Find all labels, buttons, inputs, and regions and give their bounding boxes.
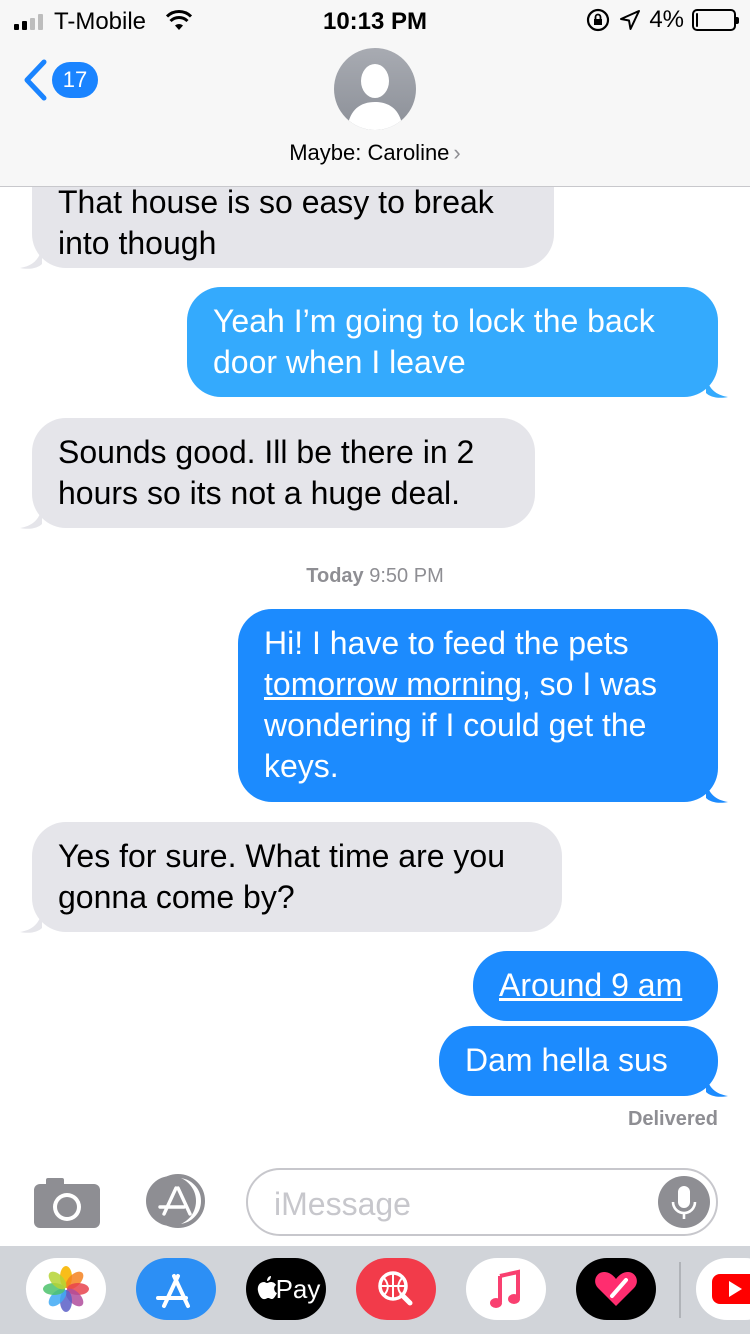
music-icon — [490, 1269, 520, 1308]
navigation-header: T-Mobile 10:13 PM 4% 17 Maybe: Caroline … — [0, 0, 750, 187]
outgoing-bubble-tail — [706, 375, 728, 398]
youtube-icon — [712, 1274, 750, 1304]
apple-pay-app[interactable]: Pay — [246, 1258, 326, 1320]
incoming-message[interactable]: Yes for sure. What time are you gonna co… — [32, 822, 562, 932]
incoming-bubble-tail — [20, 246, 42, 269]
battery-level — [696, 13, 698, 27]
contact-name: Maybe: Caroline — [289, 140, 450, 165]
detected-time-link[interactable]: Around 9 am — [499, 967, 682, 1003]
battery-percentage: 4% — [649, 6, 684, 33]
back-chevron-icon — [24, 59, 47, 101]
app-store-toggle-button[interactable] — [140, 1174, 212, 1228]
web-images-icon — [378, 1271, 413, 1306]
orientation-lock-icon — [587, 8, 610, 32]
message-text: , so I was — [521, 666, 658, 702]
conversation-timestamp: Today 9:50 PM — [0, 565, 750, 588]
outgoing-bubble-tail — [706, 780, 728, 803]
contact-name-button[interactable]: Maybe: Caroline › — [0, 140, 750, 166]
message-line: door when I leave — [213, 344, 466, 380]
app-store-app[interactable] — [136, 1258, 216, 1320]
outgoing-message[interactable]: Yeah I’m going to lock the back door whe… — [187, 287, 718, 397]
youtube-app[interactable] — [696, 1258, 750, 1320]
digital-touch-icon — [595, 1272, 637, 1306]
timestamp-day: Today — [306, 565, 364, 587]
microphone-icon — [671, 1186, 697, 1219]
web-images-app[interactable] — [356, 1258, 436, 1320]
incoming-bubble-tail — [20, 910, 42, 933]
music-app[interactable] — [466, 1258, 546, 1320]
contact-chevron-icon: › — [453, 140, 461, 165]
camera-button[interactable] — [34, 1176, 100, 1228]
message-line: tomorrow morning, so I was — [264, 664, 692, 705]
outgoing-message[interactable]: Around 9 am — [473, 951, 718, 1021]
message-line: wondering if I could get the — [264, 707, 647, 743]
message-text: Dam hella sus — [465, 1042, 668, 1078]
photos-icon — [43, 1266, 89, 1312]
microphone-button[interactable] — [658, 1176, 710, 1228]
location-icon — [620, 10, 641, 30]
message-line: Yeah I’m going to lock the back — [213, 303, 655, 339]
person-silhouette-icon — [347, 64, 403, 130]
status-indicators: 4% — [585, 6, 739, 34]
outgoing-message[interactable]: Dam hella sus — [439, 1026, 718, 1096]
imessage-input[interactable]: iMessage — [246, 1168, 718, 1236]
input-placeholder: iMessage — [274, 1186, 411, 1222]
message-line: keys. — [264, 748, 339, 784]
message-line: Sounds good. Ill be there in 2 — [58, 434, 475, 470]
incoming-message[interactable]: Sounds good. Ill be there in 2 hours so … — [32, 418, 535, 528]
apple-pay-label: Pay — [275, 1274, 321, 1304]
message-line: Yes for sure. What time are you — [58, 838, 506, 874]
photos-app[interactable] — [26, 1258, 106, 1320]
status-bar: T-Mobile 10:13 PM 4% — [0, 0, 750, 42]
digital-touch-app[interactable] — [576, 1258, 656, 1320]
unread-count-badge: 17 — [52, 62, 98, 98]
incoming-bubble-tail — [20, 506, 42, 529]
outgoing-bubble-tail — [706, 1074, 728, 1097]
contact-avatar[interactable] — [334, 48, 416, 130]
timestamp-time: 9:50 PM — [369, 565, 444, 587]
delivery-status: Delivered — [627, 1108, 718, 1130]
back-button[interactable]: 17 — [22, 58, 98, 102]
message-line: hours so its not a huge deal. — [58, 475, 461, 511]
message-line: into though — [58, 225, 217, 261]
detected-date-link[interactable]: tomorrow morning — [264, 666, 522, 702]
outgoing-message[interactable]: Hi! I have to feed the pets tomorrow mor… — [238, 609, 718, 802]
message-line: That house is so easy to break — [58, 184, 494, 220]
message-line: gonna come by? — [58, 879, 295, 915]
app-drawer-divider — [679, 1262, 681, 1318]
app-drawer: Pay — [0, 1246, 750, 1334]
battery-icon — [692, 9, 739, 31]
app-store-icon — [156, 1274, 190, 1308]
message-line: Hi! I have to feed the pets — [264, 625, 629, 661]
